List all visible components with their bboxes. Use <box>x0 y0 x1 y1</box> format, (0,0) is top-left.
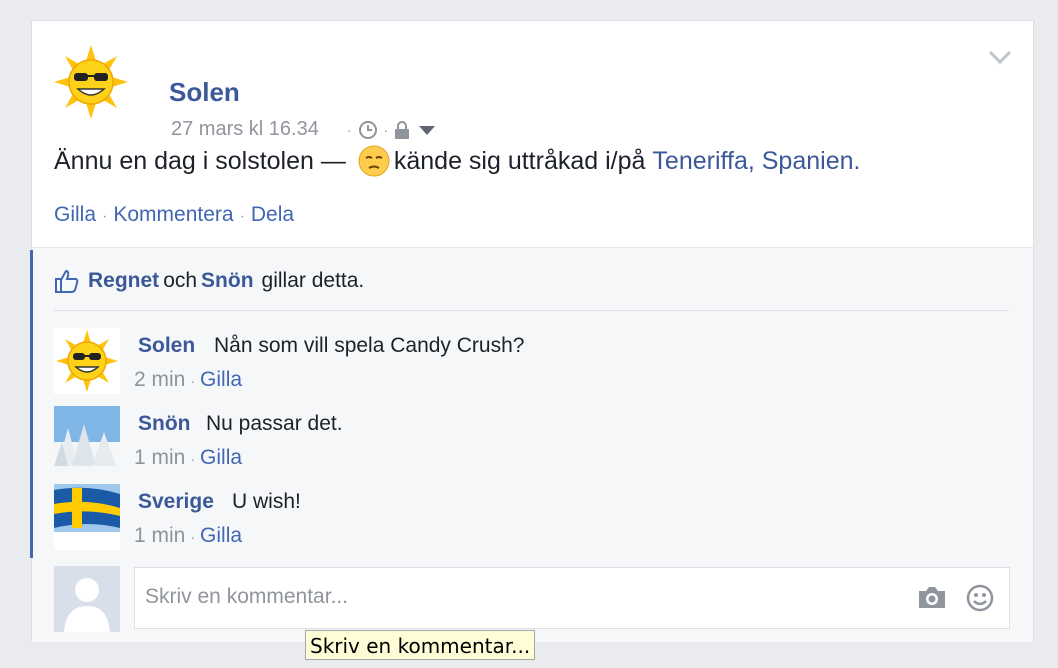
comment-input-placeholder: Skriv en kommentar... <box>145 585 349 608</box>
comment-link[interactable]: Kommentera <box>113 203 233 226</box>
likes-suffix: gillar detta. <box>261 269 365 292</box>
post-text-start: Ännu en dag i solstolen — <box>54 146 346 175</box>
comment-text: U wish! <box>232 490 301 513</box>
post-actions: Gilla · Kommentera · Dela <box>54 203 294 227</box>
like-link[interactable]: Gilla <box>54 203 96 226</box>
likes-joiner: och <box>163 269 198 292</box>
lock-icon[interactable] <box>394 120 410 140</box>
post-meta: 27 mars kl 16.34 · · <box>171 118 436 141</box>
bored-face-emoji <box>358 145 390 177</box>
comment-meta: 1 min · Gilla <box>134 446 242 470</box>
comment-time[interactable]: 2 min <box>134 368 185 391</box>
comment-time[interactable]: 1 min <box>134 524 185 547</box>
likes-summary: Regnet och Snön gillar detta. <box>54 268 364 294</box>
comment-text: Nån som vill spela Candy Crush? <box>214 334 525 357</box>
clock-icon <box>358 120 377 139</box>
divider <box>54 310 1009 311</box>
post-card: Solen 27 mars kl 16.34 · · Ännu en dag i… <box>30 20 1034 642</box>
share-link[interactable]: Dela <box>251 203 294 226</box>
camera-icon[interactable] <box>917 584 947 610</box>
comment-meta: 1 min · Gilla <box>134 524 242 548</box>
comment-text: Nu passar det. <box>206 412 343 435</box>
current-user-avatar <box>54 566 120 632</box>
comment-input[interactable]: Skriv en kommentar... <box>134 567 1010 629</box>
meta-separator: · <box>190 451 196 467</box>
comment-like-link[interactable]: Gilla <box>200 368 242 391</box>
author-avatar[interactable] <box>54 45 128 119</box>
commenter-avatar[interactable] <box>54 406 120 472</box>
meta-separator: · <box>346 121 352 138</box>
caret-down-icon[interactable] <box>418 124 436 136</box>
commenter-name[interactable]: Solen <box>138 334 195 358</box>
highlight-bar <box>30 250 33 558</box>
liker-name[interactable]: Snön <box>201 269 254 293</box>
thumbs-up-icon <box>55 269 79 293</box>
comment-like-link[interactable]: Gilla <box>200 446 242 469</box>
emoji-smiley-icon[interactable] <box>965 583 995 613</box>
comment-time[interactable]: 1 min <box>134 446 185 469</box>
meta-separator: · <box>383 121 389 138</box>
liker-name[interactable]: Regnet <box>88 269 159 293</box>
input-tooltip: Skriv en kommentar... <box>305 630 536 660</box>
post-text: Ännu en dag i solstolen — kände sig uttr… <box>54 145 860 177</box>
chevron-down-icon[interactable] <box>987 47 1013 67</box>
action-separator: · <box>239 208 245 225</box>
post-timestamp[interactable]: 27 mars kl 16.34 <box>171 118 319 141</box>
comment-like-link[interactable]: Gilla <box>200 524 242 547</box>
commenter-name[interactable]: Sverige <box>138 490 214 514</box>
commenter-avatar[interactable] <box>54 484 120 550</box>
meta-separator: · <box>190 529 196 545</box>
post-text-end: . <box>853 146 861 175</box>
commenter-name[interactable]: Snön <box>138 412 191 436</box>
post-text-feeling: kände sig uttråkad i/på <box>393 146 646 175</box>
location-link[interactable]: Teneriffa, Spanien <box>652 147 853 176</box>
comment-meta: 2 min · Gilla <box>134 368 242 392</box>
meta-separator: · <box>190 373 196 389</box>
commenter-avatar[interactable] <box>54 328 120 394</box>
action-separator: · <box>102 208 108 225</box>
author-name[interactable]: Solen <box>169 77 240 108</box>
feedback-section: Regnet och Snön gillar detta. Solen Nån … <box>30 247 1033 642</box>
